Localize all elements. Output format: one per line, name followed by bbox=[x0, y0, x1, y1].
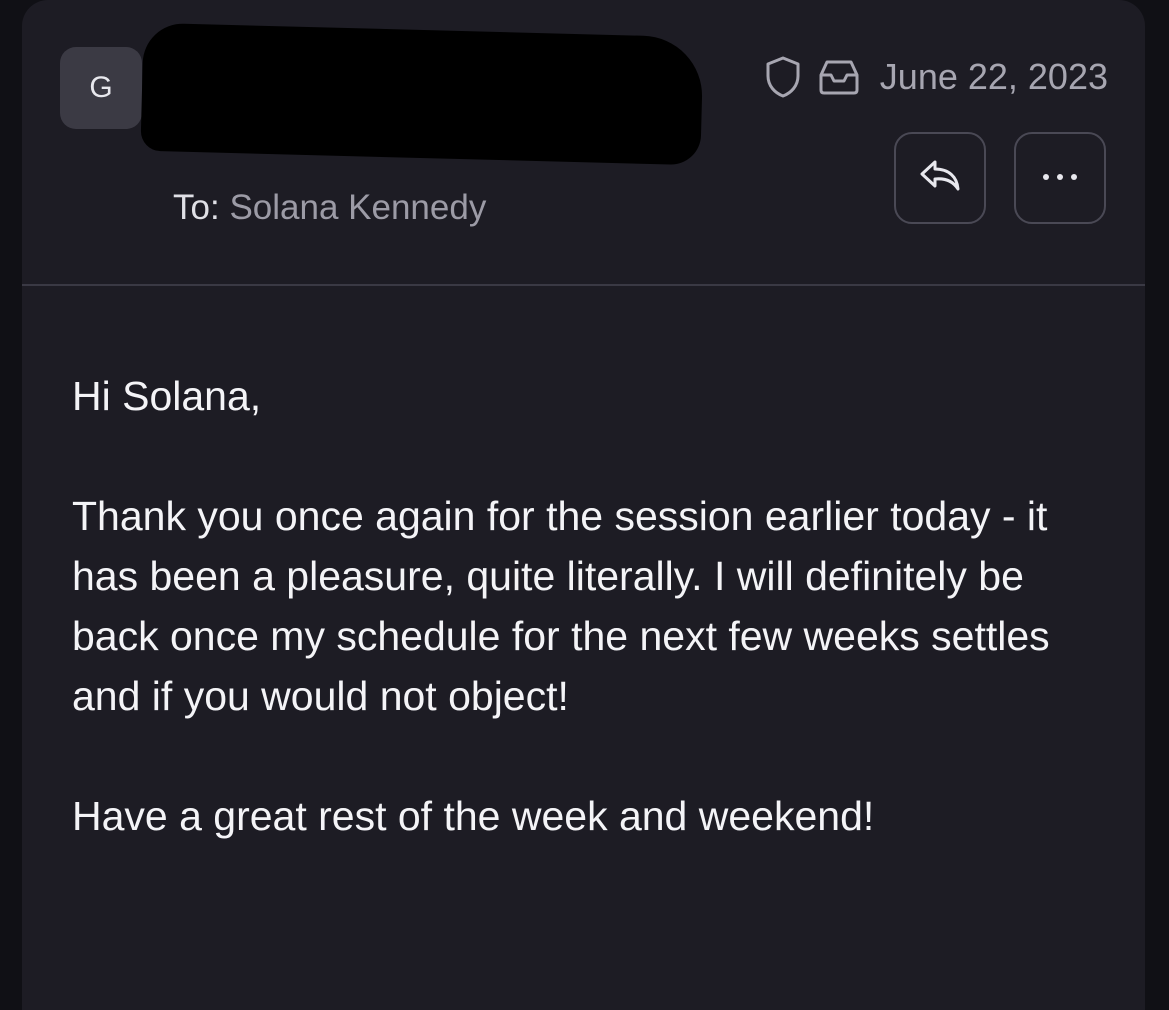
more-options-button[interactable] bbox=[1014, 132, 1106, 224]
email-date: June 22, 2023 bbox=[879, 56, 1108, 97]
recipient-label: To: bbox=[173, 188, 220, 227]
header-divider bbox=[22, 284, 1145, 286]
email-body: Hi Solana, Thank you once again for the … bbox=[72, 366, 1112, 906]
recipient-name[interactable]: Solana Kennedy bbox=[229, 188, 486, 227]
email-meta: June 22, 2023 bbox=[762, 54, 1108, 100]
recipient-line: To: Solana Kennedy bbox=[173, 188, 486, 228]
reply-icon bbox=[918, 158, 962, 199]
sender-avatar[interactable]: G bbox=[60, 47, 142, 129]
reply-button[interactable] bbox=[894, 132, 986, 224]
email-card: G To: Solana Kennedy June 22, 2023 Hi So… bbox=[22, 0, 1145, 1010]
sender-name-redaction bbox=[140, 22, 704, 166]
email-paragraph: Thank you once again for the session ear… bbox=[72, 493, 1050, 719]
avatar-initial: G bbox=[89, 71, 113, 104]
shield-icon[interactable] bbox=[762, 54, 804, 100]
inbox-icon[interactable] bbox=[818, 54, 860, 100]
email-closing: Have a great rest of the week and weeken… bbox=[72, 793, 875, 839]
more-icon bbox=[1040, 169, 1080, 187]
email-greeting: Hi Solana, bbox=[72, 373, 262, 419]
